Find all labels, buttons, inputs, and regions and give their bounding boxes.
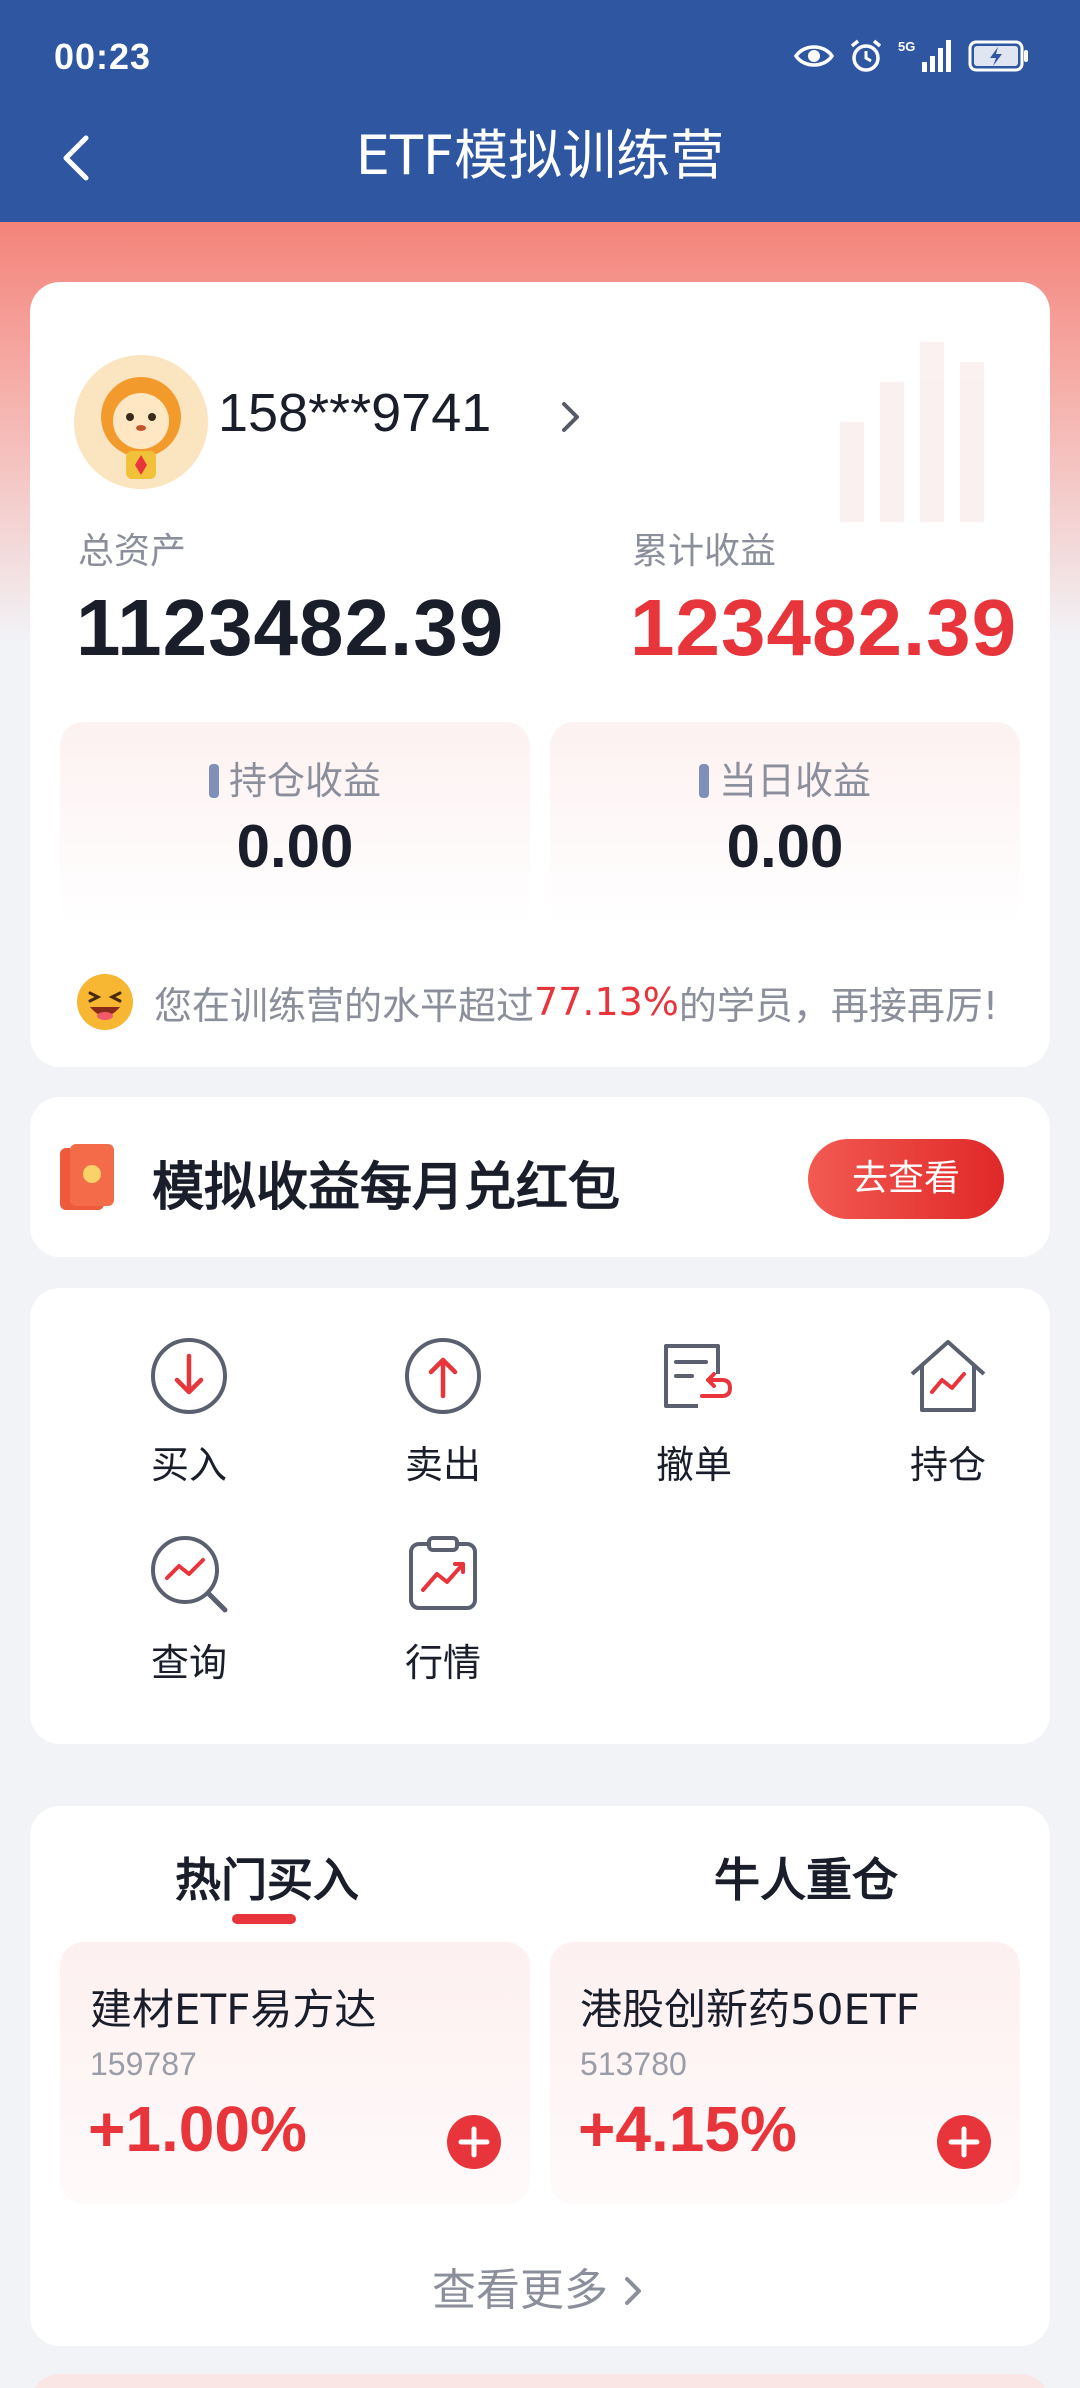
holding-profit-box: 持仓收益 0.00 [60,722,530,927]
total-assets-value: 1123482.39 [76,583,505,672]
tab-indicator [232,1914,296,1924]
chevron-right-icon[interactable] [550,392,590,442]
lion-avatar-icon [74,355,208,489]
daily-profit-label: 当日收益 [718,759,871,803]
market-icon [409,1536,477,1610]
bar-marker [208,764,219,798]
func-cancel-order[interactable]: 撤单 [594,1334,794,1494]
fund-code: 159787 [90,2046,197,2082]
sell-icon [405,1338,481,1414]
app-header: 00:23 5G ETF模拟训练营 [0,0,1080,222]
func-query[interactable]: 查询 [89,1532,289,1692]
holding-profit-value: 0.00 [236,813,354,880]
next-card-peek [30,2374,1050,2388]
signal-5g-icon: 5G [898,39,951,72]
red-packet-icon [60,1144,114,1210]
rank-message: 您在训练营的水平超过 77.13% 的学员，再接再厉! [76,972,998,1032]
page-title: ETF模拟训练营 [355,124,725,187]
fund-code: 513780 [580,2046,687,2082]
account-phone[interactable]: 158***9741 [218,382,491,444]
status-time: 00:23 [54,36,152,77]
total-assets-label: 总资产 [78,531,187,572]
buy-icon [151,1338,227,1414]
view-more-label: 查看更多 [432,2265,608,2316]
fund-name: 建材ETF易方达 [90,1985,377,2034]
avatar[interactable] [74,355,208,489]
fund-card[interactable]: 港股创新药50ETF 513780 +4.15% [550,1942,1020,2204]
battery-icon [968,40,1028,72]
add-icon[interactable] [936,2114,992,2170]
fund-card[interactable]: 建材ETF易方达 159787 +1.00% [60,1942,530,2204]
fund-recommend-card: 热门买入 牛人重仓 建材ETF易方达 159787 +1.00% 港股创新药50… [30,1806,1050,2346]
func-buy[interactable]: 买入 [89,1334,289,1494]
holdings-icon [910,1340,986,1412]
rank-percent: 77.13% [534,980,679,1024]
rank-suffix: 的学员，再接再厉! [678,983,999,1028]
cumulative-label: 累计收益 [632,531,777,572]
tab-hot-buy[interactable]: 热门买入 [175,1844,359,1910]
promo-text: 模拟收益每月兑红包 [152,1158,621,1218]
func-label: 行情 [404,1641,481,1685]
holding-profit-label: 持仓收益 [228,759,381,803]
fund-change: +1.00% [88,2093,307,2165]
func-sell[interactable]: 卖出 [343,1334,543,1494]
func-holdings[interactable]: 持仓 [848,1334,1048,1494]
query-icon [151,1536,228,1613]
cumulative-value: 123482.39 [630,583,1018,672]
add-icon[interactable] [446,2114,502,2170]
func-label: 撤单 [655,1443,732,1487]
function-grid: 买入 卖出 撤单 持仓 查询 行情 [30,1288,1050,1744]
func-label: 卖出 [404,1443,481,1487]
func-label: 持仓 [909,1443,986,1487]
fund-change: +4.15% [578,2093,797,2165]
laughing-emoji-icon [77,974,133,1030]
view-more-link[interactable]: 查看更多 [30,2254,1050,2318]
cancel-order-icon [664,1344,732,1408]
rank-prefix: 您在训练营的水平超过 [154,983,535,1028]
svg-text:5G: 5G [898,39,915,54]
bar-marker [698,764,709,798]
chart-decoration-icon [840,342,984,522]
daily-profit-value: 0.00 [726,813,844,880]
account-card: 158***9741 总资产 1123482.39 累计收益 123482.39… [30,282,1050,1067]
alarm-icon [850,39,882,72]
tab-expert-holdings[interactable]: 牛人重仓 [714,1844,898,1910]
func-label: 查询 [150,1641,227,1685]
func-label: 买入 [150,1443,227,1487]
status-bar: 00:23 5G [0,0,1080,110]
eye-icon [794,45,834,67]
daily-profit-box: 当日收益 0.00 [550,722,1020,927]
chevron-right-icon [625,2277,641,2305]
fund-name: 港股创新药50ETF [580,1985,920,2034]
promo-view-button[interactable]: 去查看 [808,1139,1004,1219]
status-icons: 5G [794,38,1030,74]
red-packet-promo[interactable]: 模拟收益每月兑红包 去查看 [30,1097,1050,1257]
func-market[interactable]: 行情 [343,1532,543,1692]
